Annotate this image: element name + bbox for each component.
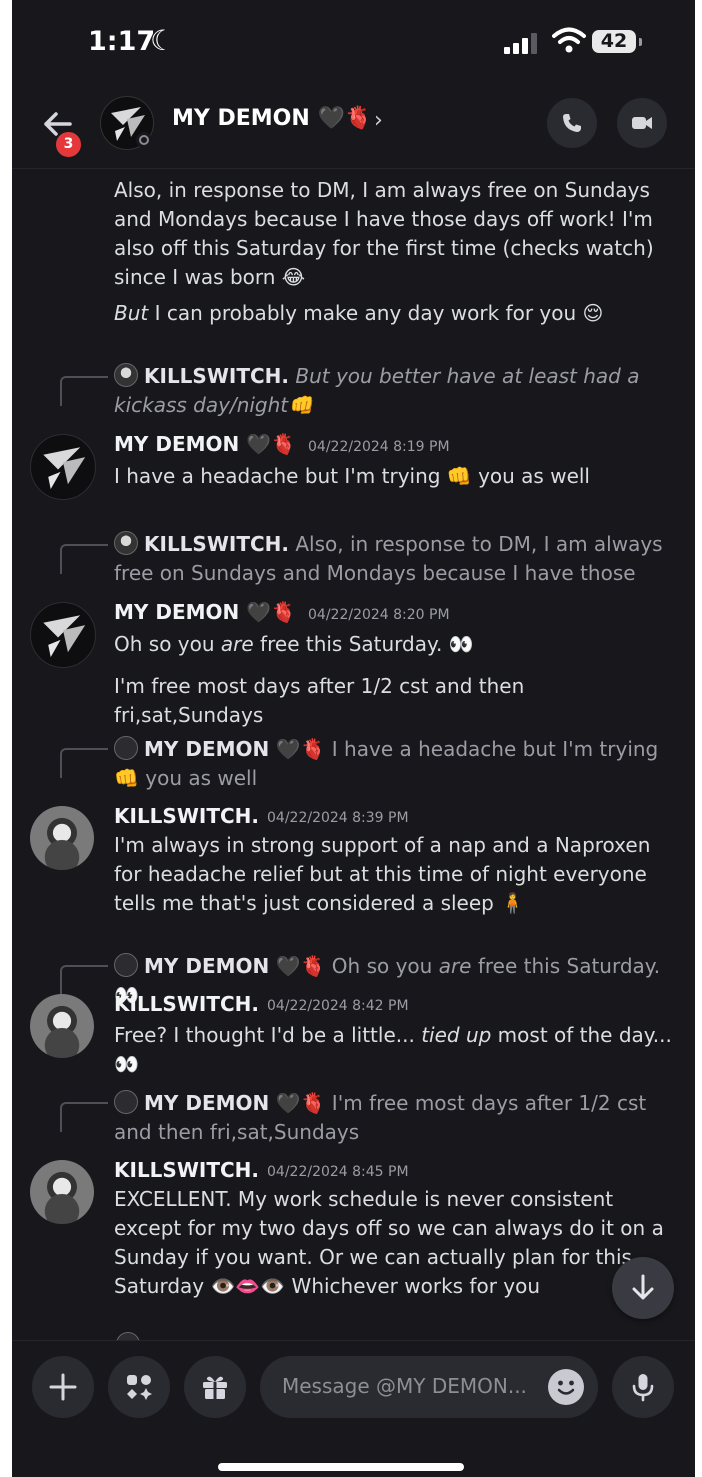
message-composer: Message @MY DEMON... bbox=[12, 1340, 695, 1477]
apps-button[interactable] bbox=[108, 1356, 170, 1418]
message-emphasis: are bbox=[220, 632, 254, 656]
message-input-placeholder: Message @MY DEMON... bbox=[282, 1374, 527, 1398]
message-text: Free? I thought I'd be a little... tied … bbox=[114, 1021, 679, 1079]
avatar[interactable] bbox=[30, 434, 96, 500]
battery-nub bbox=[639, 38, 642, 46]
reply-connector bbox=[60, 1102, 108, 1132]
message-list[interactable]: Also, in response to DM, I am always fre… bbox=[12, 168, 695, 1340]
battery-indicator: 42 bbox=[592, 30, 636, 53]
dm-header: 3 MY DEMON 🖤🫀 › bbox=[12, 84, 695, 169]
message-timestamp: 04/22/2024 8:45 PM bbox=[267, 1164, 409, 1180]
reply-avatar bbox=[114, 363, 138, 387]
signal-icon bbox=[504, 30, 540, 54]
message-text: I'm free most days after 1/2 cst and the… bbox=[114, 674, 525, 727]
unread-badge: 3 bbox=[54, 130, 83, 159]
avatar[interactable] bbox=[30, 1160, 94, 1224]
phone-icon bbox=[563, 114, 581, 132]
contact-name[interactable]: MY DEMON 🖤🫀 bbox=[172, 106, 372, 131]
reply-author-emoji: 🖤🫀 bbox=[275, 1091, 326, 1115]
reply-author: MY DEMON bbox=[144, 1091, 270, 1115]
contact-name-emoji: 🖤🫀 bbox=[317, 106, 373, 131]
plus-icon bbox=[49, 1373, 77, 1401]
avatar[interactable] bbox=[30, 806, 94, 870]
message-text: Oh so you are free this Saturday. 👀 bbox=[114, 630, 674, 659]
add-attachment-button[interactable] bbox=[32, 1356, 94, 1418]
message-text-rest: I can probably make any day work for you… bbox=[148, 301, 604, 325]
message-emphasis: tied up bbox=[421, 1023, 492, 1047]
home-indicator[interactable] bbox=[218, 1463, 464, 1471]
reply-preview[interactable]: KILLSWITCH. Also, in response to DM, I a… bbox=[114, 530, 679, 588]
voice-message-button[interactable] bbox=[612, 1356, 674, 1418]
message-timestamp: 04/22/2024 8:39 PM bbox=[267, 810, 409, 826]
avatar[interactable] bbox=[30, 602, 96, 668]
message-text: I have a headache but I'm trying 👊 you a… bbox=[114, 464, 590, 488]
reply-preview[interactable]: KILLSWITCH. But you better have at least… bbox=[114, 362, 679, 420]
message-timestamp: 04/22/2024 8:19 PM bbox=[308, 439, 450, 455]
author-emoji: 🖤🫀 bbox=[246, 432, 297, 456]
reply-connector bbox=[60, 748, 108, 778]
reply-avatar bbox=[114, 531, 138, 555]
avatar[interactable] bbox=[30, 994, 94, 1058]
message-timestamp: 04/22/2024 8:42 PM bbox=[267, 998, 409, 1014]
message-text: I'm always in strong support of a nap an… bbox=[114, 833, 651, 915]
status-time: 1:17 bbox=[88, 26, 156, 57]
message-input[interactable]: Message @MY DEMON... bbox=[260, 1356, 598, 1418]
next-message-avatar bbox=[116, 1332, 140, 1340]
gift-icon bbox=[203, 1376, 227, 1399]
reply-avatar bbox=[114, 736, 138, 760]
message-text: Also, in response to DM, I am always fre… bbox=[114, 178, 654, 289]
message-author[interactable]: MY DEMON 🖤🫀 bbox=[114, 600, 296, 624]
contact-name-text: MY DEMON bbox=[172, 106, 310, 131]
author-name: MY DEMON bbox=[114, 600, 240, 624]
author-emoji: 🖤🫀 bbox=[246, 600, 297, 624]
reply-connector bbox=[60, 965, 108, 995]
apps-icon bbox=[127, 1375, 152, 1400]
reply-preview[interactable]: MY DEMON 🖤🫀 I'm free most days after 1/2… bbox=[114, 1089, 679, 1147]
microphone-icon bbox=[632, 1374, 654, 1402]
reply-author-emoji: 🖤🫀 bbox=[275, 954, 326, 978]
reply-connector bbox=[60, 376, 108, 406]
jump-to-present-button[interactable] bbox=[612, 1257, 674, 1319]
demon-logo-icon bbox=[43, 615, 86, 658]
author-name: MY DEMON bbox=[114, 432, 240, 456]
message-timestamp: 04/22/2024 8:20 PM bbox=[308, 607, 450, 623]
message-text-part: Free? I thought I'd be a little... bbox=[114, 1023, 422, 1047]
focus-moon-icon: ☾ bbox=[150, 24, 176, 57]
message-emphasis: But bbox=[114, 301, 149, 325]
reply-author: MY DEMON bbox=[144, 954, 270, 978]
reply-author-emoji: 🖤🫀 bbox=[275, 737, 326, 761]
arrow-down-icon bbox=[632, 1274, 654, 1300]
message-author[interactable]: MY DEMON 🖤🫀 bbox=[114, 432, 296, 456]
reply-text: Oh so you bbox=[331, 954, 439, 978]
reply-avatar bbox=[114, 953, 138, 977]
message-text-part: free this Saturday. 👀 bbox=[253, 632, 474, 656]
reply-avatar bbox=[114, 1090, 138, 1114]
wifi-icon bbox=[552, 27, 586, 53]
emoji-face bbox=[557, 1380, 575, 1395]
reply-emphasis: are bbox=[438, 954, 472, 978]
emoji-icon[interactable] bbox=[548, 1369, 584, 1405]
reply-author: KILLSWITCH. bbox=[144, 364, 289, 388]
chat-screen: 1:17 ☾ 42 3 MY DEMON 🖤🫀 › Also, in respo… bbox=[12, 0, 695, 1477]
demon-logo-icon bbox=[43, 447, 86, 490]
reply-connector bbox=[60, 544, 108, 574]
video-camera-icon bbox=[632, 117, 652, 129]
message-author[interactable]: KILLSWITCH. bbox=[114, 992, 259, 1016]
status-bar: 1:17 ☾ 42 bbox=[12, 0, 695, 84]
reply-author: MY DEMON bbox=[144, 737, 270, 761]
video-call-button[interactable] bbox=[617, 98, 667, 148]
gift-button[interactable] bbox=[184, 1356, 246, 1418]
reply-preview[interactable]: MY DEMON 🖤🫀 I have a headache but I'm tr… bbox=[114, 735, 679, 793]
message-author[interactable]: KILLSWITCH. bbox=[114, 804, 259, 828]
message-text-part: Oh so you bbox=[114, 632, 221, 656]
message-author[interactable]: KILLSWITCH. bbox=[114, 1158, 259, 1182]
message-text: But I can probably make any day work for… bbox=[114, 299, 674, 328]
message-text: EXCELLENT. My work schedule is never con… bbox=[114, 1187, 664, 1298]
voice-call-button[interactable] bbox=[547, 98, 597, 148]
reply-author: KILLSWITCH. bbox=[144, 532, 289, 556]
chevron-right-icon[interactable]: › bbox=[374, 108, 383, 133]
status-offline-icon bbox=[136, 132, 152, 148]
